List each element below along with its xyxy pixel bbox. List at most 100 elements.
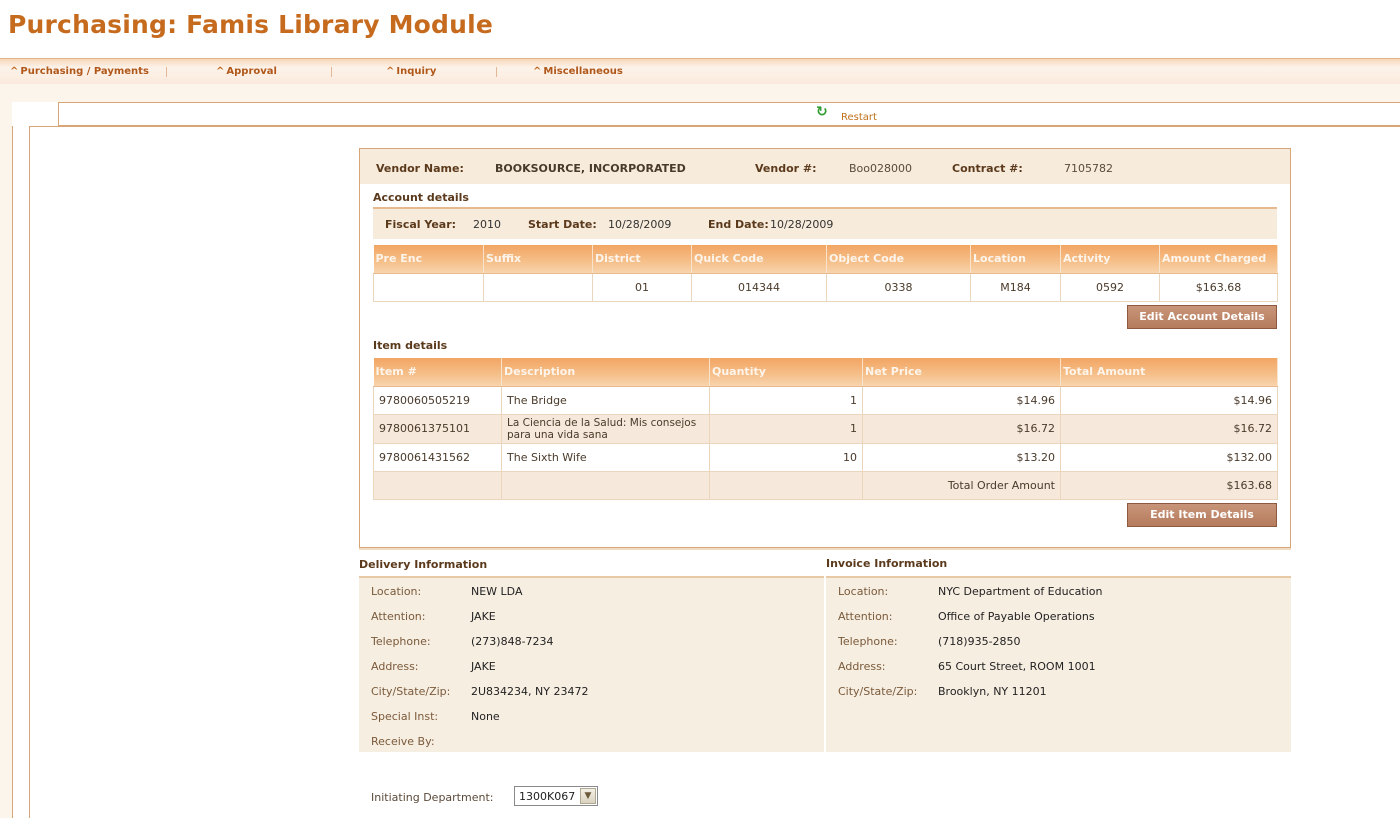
initiating-department-label: Initiating Department: — [371, 791, 494, 804]
edit-account-details-button[interactable]: Edit Account Details — [1127, 305, 1277, 329]
field-label: Address: — [838, 660, 886, 673]
column-header: Net Price — [862, 358, 1061, 387]
description-cell: The Sixth Wife — [501, 442, 710, 472]
nav-miscellaneous[interactable]: ^ Miscellaneous — [533, 66, 623, 77]
chevron-up-icon: ^ — [10, 66, 19, 77]
field-label: Address: — [371, 660, 419, 673]
table-row: 9780061431562 The Sixth Wife 10 $13.20 $… — [373, 442, 1278, 472]
net-price-cell: $16.72 — [862, 413, 1061, 444]
initiating-department-select[interactable]: 1300K067 ▼ — [514, 786, 598, 806]
edit-item-details-button[interactable]: Edit Item Details — [1127, 503, 1277, 527]
chevron-up-icon: ^ — [386, 66, 395, 77]
total-order-amount-label: Total Order Amount — [862, 470, 1061, 500]
chevron-up-icon: ^ — [216, 66, 225, 77]
field-value: None — [471, 710, 500, 723]
nav-label: Miscellaneous — [543, 66, 623, 77]
amount-charged-cell: $163.68 — [1159, 272, 1278, 302]
table-header-row: Pre Enc Suffix District Quick Code Objec… — [373, 245, 1278, 274]
column-header: Quick Code — [691, 245, 827, 274]
item-number-cell: 9780060505219 — [373, 385, 502, 415]
column-header: Quantity — [709, 358, 863, 387]
restart-label: Restart — [841, 112, 877, 123]
nav-purchasing-payments[interactable]: ^ Purchasing / Payments — [10, 66, 149, 77]
fiscal-year-value: 2010 — [473, 218, 501, 231]
quick-code-cell: 014344 — [691, 272, 827, 302]
description-cell: La Ciencia de la Salud: Mis consejos par… — [501, 413, 710, 444]
net-price-cell: $14.96 — [862, 385, 1061, 415]
nav-approval[interactable]: ^ Approval — [216, 66, 277, 77]
selected-value: 1300K067 — [519, 790, 576, 803]
field-value: (718)935-2850 — [938, 635, 1021, 648]
object-code-cell: 0338 — [826, 272, 971, 302]
chevron-up-icon: ^ — [533, 66, 542, 77]
fiscal-year-label: Fiscal Year: — [385, 218, 457, 231]
quantity-cell: 1 — [709, 385, 863, 415]
description-cell: The Bridge — [501, 385, 710, 415]
field-label: Location: — [838, 585, 889, 598]
items-table: Item # Description Quantity Net Price To… — [373, 358, 1278, 500]
field-label: City/State/Zip: — [838, 685, 918, 698]
empty-cell — [501, 470, 710, 500]
start-date-label: Start Date: — [528, 218, 597, 231]
location-cell: M184 — [970, 272, 1061, 302]
nav-label: Inquiry — [396, 66, 437, 77]
start-date-value: 10/28/2009 — [608, 218, 672, 231]
suffix-cell — [483, 272, 593, 302]
restart-toolbar — [58, 102, 1400, 126]
field-value: Brooklyn, NY 11201 — [938, 685, 1047, 698]
field-value: NYC Department of Education — [938, 585, 1103, 598]
field-value: 2U834234, NY 23472 — [471, 685, 589, 698]
column-header: Description — [501, 358, 710, 387]
district-cell: 01 — [592, 272, 692, 302]
net-price-cell: $13.20 — [862, 442, 1061, 472]
total-amount-cell: $132.00 — [1060, 442, 1278, 472]
field-value: JAKE — [471, 610, 496, 623]
nav-inquiry[interactable]: ^ Inquiry — [386, 66, 436, 77]
item-details-heading: Item details — [373, 339, 448, 352]
total-order-amount-value: $163.68 — [1060, 470, 1278, 500]
field-label: Attention: — [371, 610, 426, 623]
column-header: Object Code — [826, 245, 971, 274]
vendor-name-value: BOOKSOURCE, INCORPORATED — [495, 162, 686, 175]
table-row: 9780060505219 The Bridge 1 $14.96 $14.96 — [373, 385, 1278, 415]
field-value: Office of Payable Operations — [938, 610, 1095, 623]
end-date-label: End Date: — [708, 218, 769, 231]
total-row: Total Order Amount $163.68 — [373, 470, 1278, 500]
chevron-down-icon[interactable]: ▼ — [580, 788, 596, 804]
table-header-row: Item # Description Quantity Net Price To… — [373, 358, 1278, 387]
divider — [12, 126, 1400, 127]
column-header: Suffix — [483, 245, 593, 274]
quantity-cell: 1 — [709, 413, 863, 444]
field-label: Special Inst: — [371, 710, 439, 723]
empty-cell — [709, 470, 863, 500]
nav-label: Approval — [226, 66, 277, 77]
column-header: Item # — [373, 358, 502, 387]
left-gutter — [12, 126, 30, 818]
field-label: Attention: — [838, 610, 893, 623]
field-label: Location: — [371, 585, 422, 598]
column-header: Pre Enc — [373, 245, 484, 274]
vendor-number-value: Boo028000 — [849, 162, 912, 175]
delivery-title-bar: Delivery Information — [359, 550, 824, 578]
field-value: NEW LDA — [471, 585, 523, 598]
vendor-number-label: Vendor #: — [755, 162, 817, 175]
contract-number-value: 7105782 — [1064, 162, 1113, 175]
column-header: Activity — [1060, 245, 1160, 274]
invoice-title-bar: Invoice Information — [826, 550, 1291, 578]
total-amount-cell: $16.72 — [1060, 413, 1278, 444]
main-nav: ^ Purchasing / Payments ^ Approval ^ Inquir… — [0, 58, 1400, 84]
table-row: 9780061375101 La Ciencia de la Salud: Mi… — [373, 413, 1278, 444]
field-label: Telephone: — [371, 635, 431, 648]
table-row: 01 014344 0338 M184 0592 $163.68 — [373, 272, 1278, 302]
field-value: 65 Court Street, ROOM 1001 — [938, 660, 1096, 673]
invoice-information: Invoice Information Location: NYC Departm… — [826, 550, 1291, 752]
column-header: Location — [970, 245, 1061, 274]
quantity-cell: 10 — [709, 442, 863, 472]
field-label: Receive By: — [371, 735, 435, 748]
account-details-heading: Account details — [373, 191, 469, 204]
end-date-value: 10/28/2009 — [770, 218, 834, 231]
item-number-cell: 9780061431562 — [373, 442, 502, 472]
refresh-icon: ↻ — [816, 104, 828, 120]
vendor-name-label: Vendor Name: — [376, 162, 464, 175]
contract-number-label: Contract #: — [952, 162, 1023, 175]
